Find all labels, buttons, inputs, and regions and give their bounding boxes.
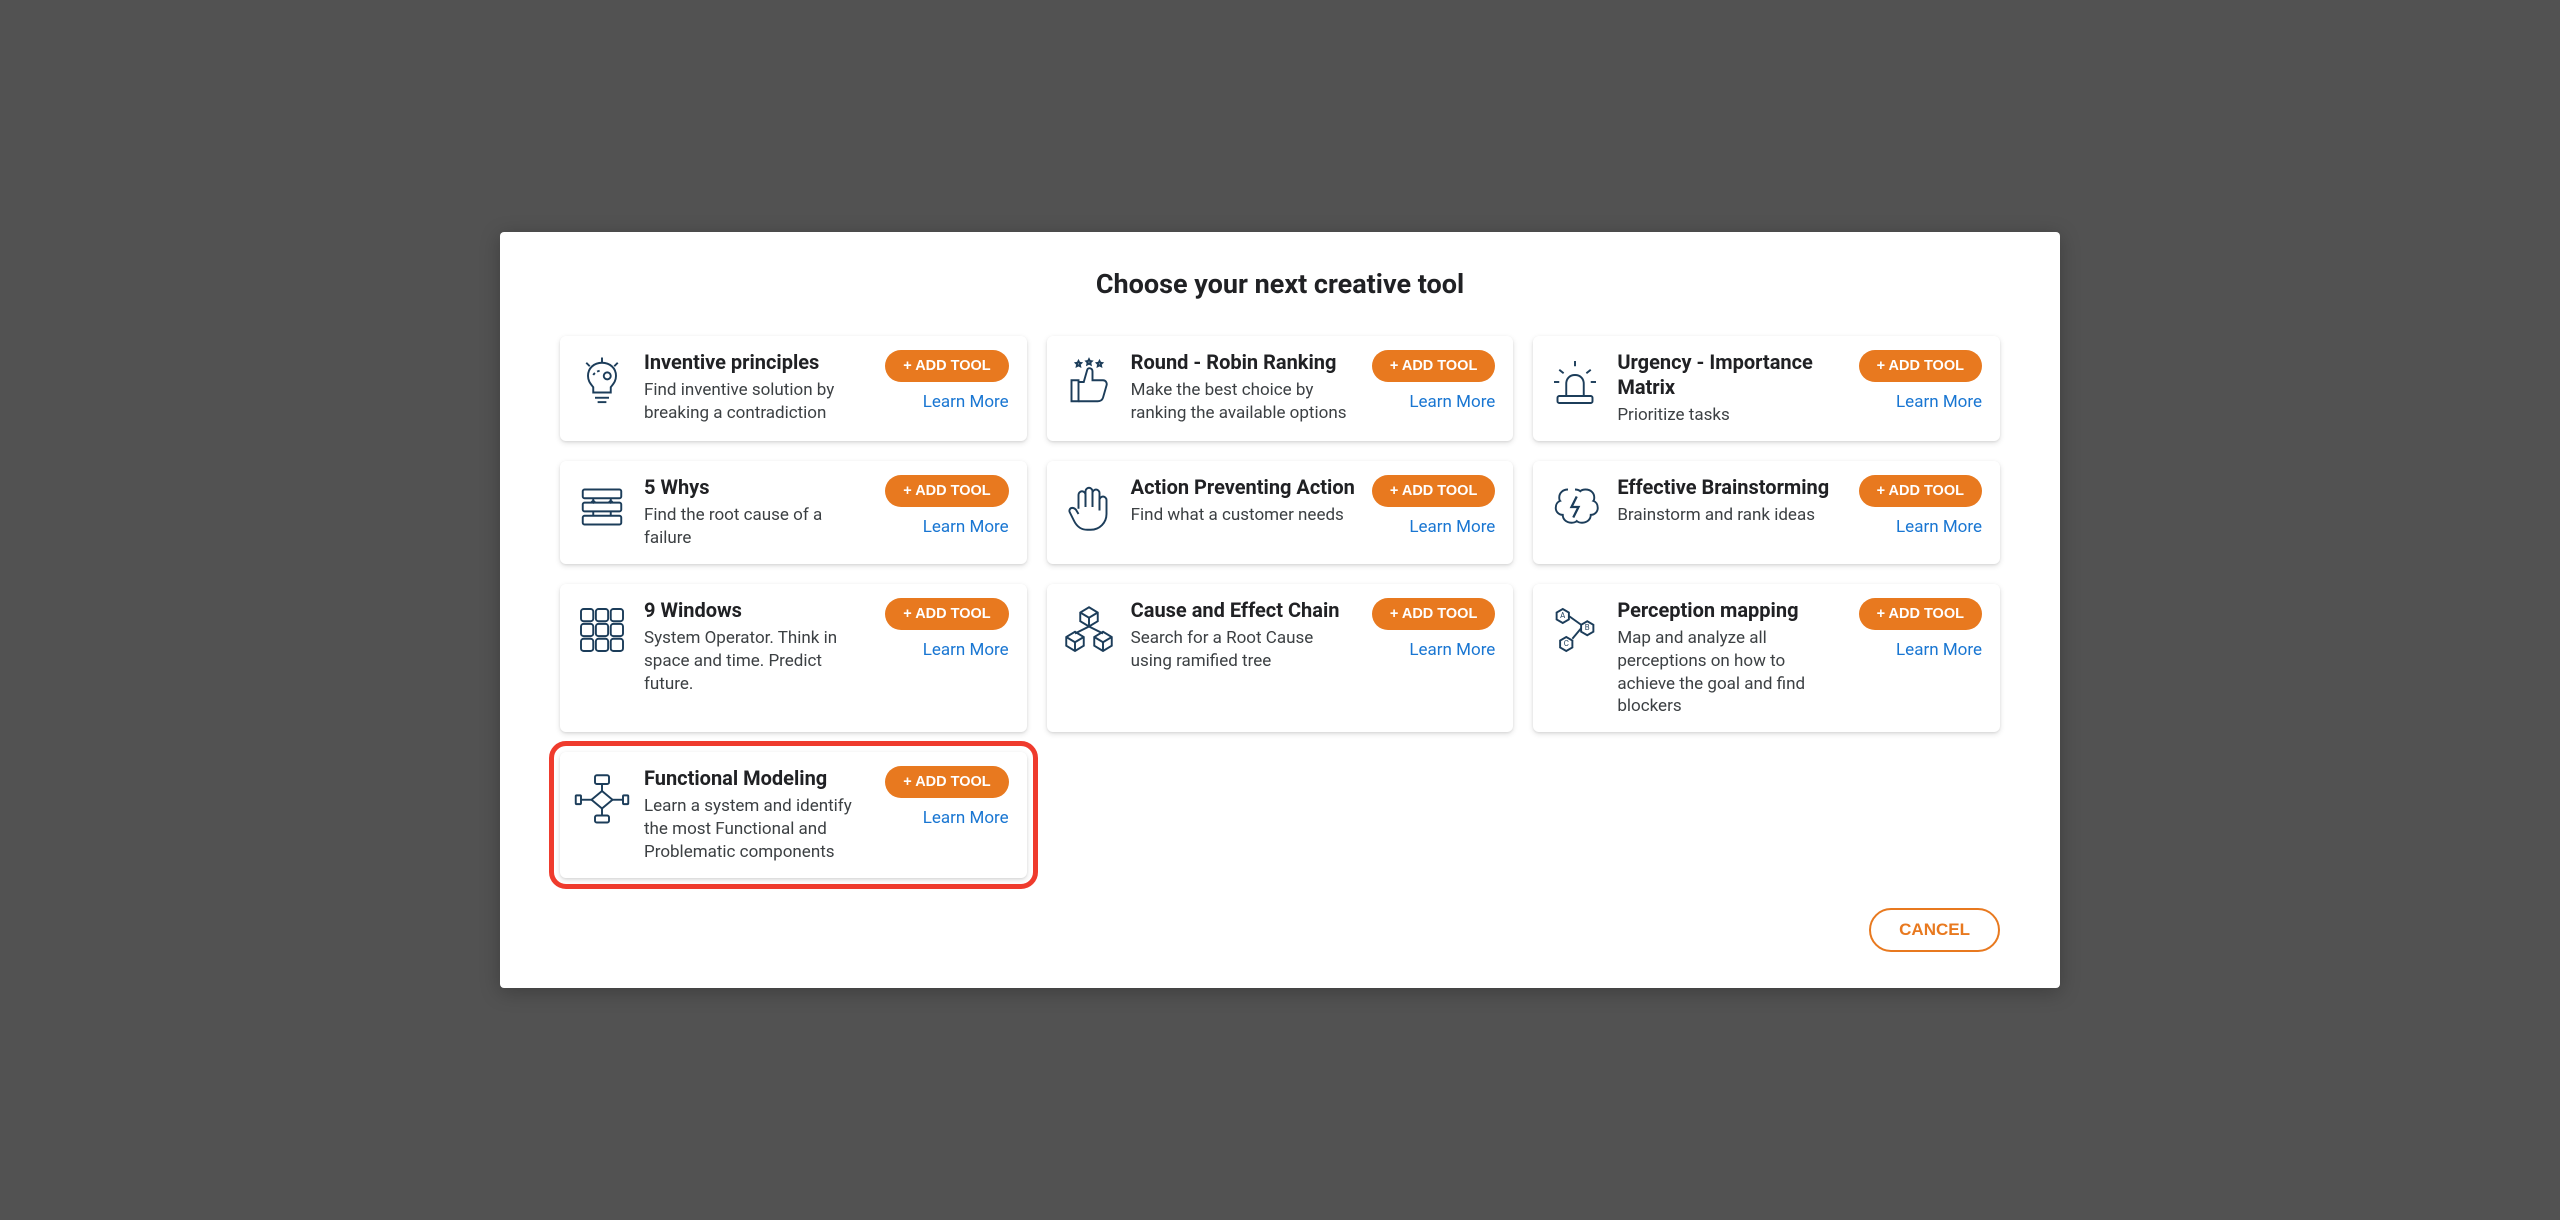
learn-more-link[interactable]: Learn More [923,640,1009,660]
add-tool-button[interactable]: + ADD TOOL [1859,598,1982,630]
add-tool-button[interactable]: + ADD TOOL [1372,475,1495,507]
card-desc: Brainstorm and rank ideas [1617,504,1844,527]
tool-card-round-robin: Round - Robin Ranking Make the best choi… [1047,336,1514,441]
learn-more-link[interactable]: Learn More [1896,640,1982,660]
cancel-button[interactable]: CANCEL [1869,908,2000,952]
tool-card-inventive-principles: Inventive principles Find inventive solu… [560,336,1027,441]
linked-nodes-icon: A B C [1547,602,1603,658]
card-title: Perception mapping [1617,598,1844,623]
stacked-rows-icon [574,479,630,535]
tool-grid: Inventive principles Find inventive solu… [560,336,2000,878]
card-desc: Learn a system and identify the most Fun… [644,795,871,864]
tool-card-cause-effect: Cause and Effect Chain Search for a Root… [1047,584,1514,733]
learn-more-link[interactable]: Learn More [1896,517,1982,537]
add-tool-button[interactable]: + ADD TOOL [1859,475,1982,507]
lightbulb-puzzle-icon [574,354,630,410]
add-tool-button[interactable]: + ADD TOOL [1859,350,1982,382]
flowchart-icon [574,770,630,826]
modal-title: Choose your next creative tool [560,268,2000,300]
card-desc: System Operator. Think in space and time… [644,627,871,696]
card-title: Round - Robin Ranking [1131,350,1358,375]
tool-picker-modal: Choose your next creative tool Inventive… [500,232,2060,988]
tool-card-functional-modeling: Functional Modeling Learn a system and i… [560,752,1027,878]
card-title: Cause and Effect Chain [1131,598,1358,623]
tool-card-nine-windows: 9 Windows System Operator. Think in spac… [560,584,1027,733]
card-desc: Find the root cause of a failure [644,504,871,550]
add-tool-button[interactable]: + ADD TOOL [885,598,1008,630]
learn-more-link[interactable]: Learn More [923,808,1009,828]
tool-card-action-preventing: Action Preventing Action Find what a cus… [1047,461,1514,564]
tool-card-brainstorming: Effective Brainstorming Brainstorm and r… [1533,461,2000,564]
tool-card-perception-mapping: A B C Perception mapping Map and analyze… [1533,584,2000,733]
card-title: 9 Windows [644,598,871,623]
card-desc: Make the best choice by ranking the avai… [1131,379,1358,425]
card-title: Effective Brainstorming [1617,475,1844,500]
tool-card-five-whys: 5 Whys Find the root cause of a failure … [560,461,1027,564]
learn-more-link[interactable]: Learn More [1409,517,1495,537]
add-tool-button[interactable]: + ADD TOOL [1372,350,1495,382]
svg-text:A: A [1561,610,1567,619]
add-tool-button[interactable]: + ADD TOOL [885,475,1008,507]
learn-more-link[interactable]: Learn More [1409,640,1495,660]
card-desc: Find what a customer needs [1131,504,1358,527]
siren-icon [1547,354,1603,410]
card-title: Functional Modeling [644,766,871,791]
cubes-tree-icon [1061,602,1117,658]
hand-stop-icon [1061,479,1117,535]
tool-card-urgency-matrix: Urgency - Importance Matrix Prioritize t… [1533,336,2000,441]
grid-nine-icon [574,602,630,658]
brain-lightning-icon [1547,479,1603,535]
add-tool-button[interactable]: + ADD TOOL [885,350,1008,382]
learn-more-link[interactable]: Learn More [923,392,1009,412]
learn-more-link[interactable]: Learn More [1896,392,1982,412]
learn-more-link[interactable]: Learn More [1409,392,1495,412]
card-desc: Find inventive solution by breaking a co… [644,379,871,425]
card-title: 5 Whys [644,475,871,500]
card-desc: Map and analyze all perceptions on how t… [1617,627,1844,719]
thumbs-up-stars-icon [1061,354,1117,410]
modal-footer: CANCEL [560,908,2000,952]
svg-text:C: C [1564,638,1569,647]
card-desc: Search for a Root Cause using ramified t… [1131,627,1358,673]
card-desc: Prioritize tasks [1617,404,1844,427]
card-title: Inventive principles [644,350,871,375]
card-title: Action Preventing Action [1131,475,1358,500]
card-title: Urgency - Importance Matrix [1617,350,1844,400]
add-tool-button[interactable]: + ADD TOOL [885,766,1008,798]
add-tool-button[interactable]: + ADD TOOL [1372,598,1495,630]
learn-more-link[interactable]: Learn More [923,517,1009,537]
svg-text:B: B [1585,623,1590,632]
